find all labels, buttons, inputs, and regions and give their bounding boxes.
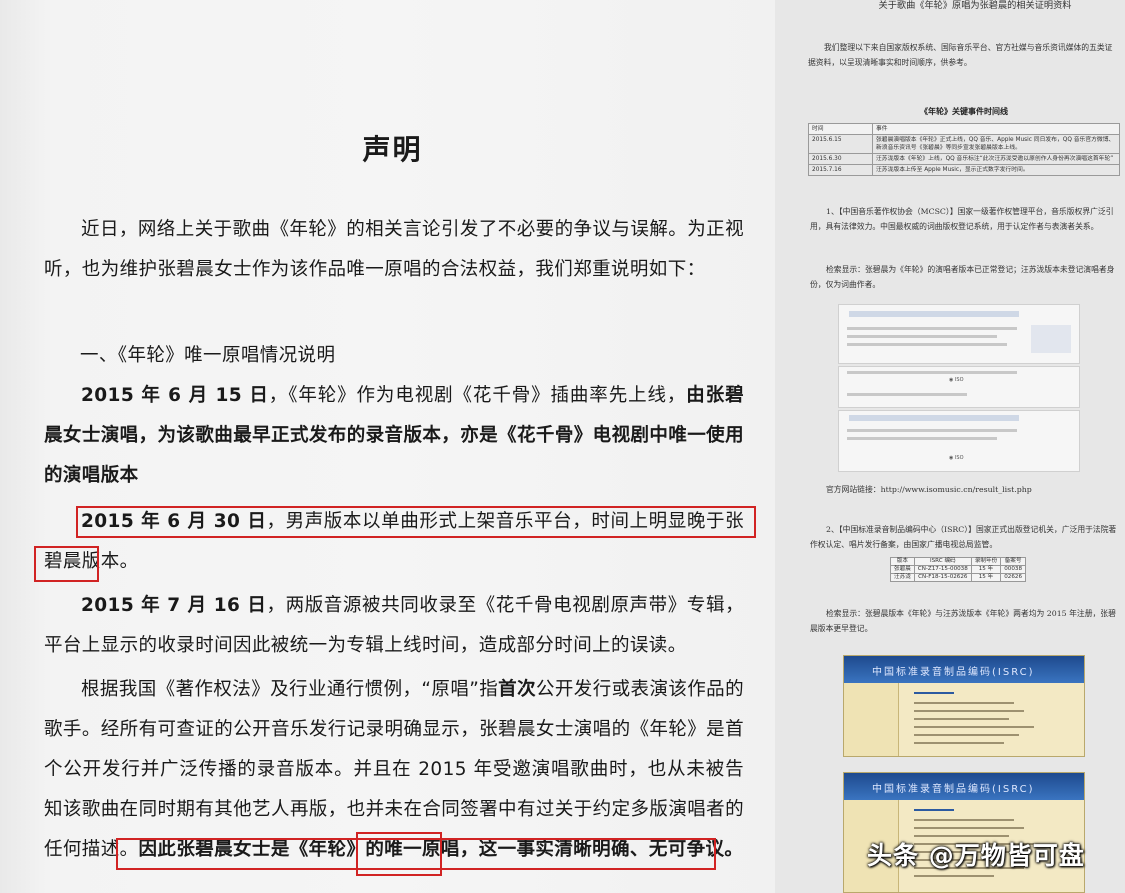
- paragraph-jun15: 2015 年 6 月 15 日，《年轮》作为电视剧《花千骨》插曲率先上线，由张碧…: [44, 385, 744, 486]
- isrc-search-result: 检索显示：张碧晨版本《年轮》与汪苏泷版本《年轮》两者均为 2015 年注册，张碧…: [810, 609, 1116, 633]
- table-row: 汪苏泷 CN-F18-15-02626 15 年 02626: [890, 573, 1026, 582]
- official-website-link: 官方网站链接：http://www.isomusic.cn/result_lis…: [826, 485, 1032, 494]
- isrc-website-screenshot-2: 中国标准录音制品编码(ISRC): [843, 772, 1085, 893]
- evidence-title: 关于歌曲《年轮》原唱为张碧晨的相关证明资料: [878, 0, 1072, 11]
- intro-paragraph: 近日，网络上关于歌曲《年轮》的相关言论引发了不必要的争议与误解。为正视听，也为维…: [44, 219, 744, 280]
- timeline-title: 《年轮》关键事件时间线: [920, 106, 1008, 116]
- highlight-box-sole-original: [356, 832, 442, 876]
- paragraph-jul16: 2015 年 7 月 16 日，两版音源被共同收录至《花千骨电视剧原声带》专辑，…: [44, 595, 744, 656]
- section-heading: 一、《年轮》唯一原唱情况说明: [80, 345, 336, 366]
- page-title: 声明: [362, 133, 423, 166]
- evidence-intro: 我们整理以下来自国家版权系统、国际音乐平台、官方社媒与音乐资讯媒体的五类证据资料…: [808, 43, 1113, 67]
- statement-page: 声明 近日，网络上关于歌曲《年轮》的相关言论引发了不必要的争议与误解。为正视听，…: [0, 0, 775, 893]
- table-row: 张碧晨 CN-Z17-15-00038 15 年 00038: [890, 565, 1026, 574]
- isrc-paragraph: 2、【中国标准录音制品编码中心（ISRC）】国家正式出版登记机关，广泛用于法院著…: [810, 525, 1117, 549]
- highlight-box-jun30-line1: [76, 506, 756, 538]
- isrc-table: 版本 ISRC 编码 录制年份 备案号 张碧晨 CN-Z17-15-00038 …: [890, 557, 1026, 582]
- table-row: 2015.7.16 汪苏泷版本上传至 Apple Music，显示正式数字发行时…: [808, 164, 1120, 176]
- timeline-header-event: 事件: [872, 123, 1120, 135]
- mcsc-screenshot-1: [838, 304, 1080, 364]
- watermark-label: 头条 @万物皆可盘: [867, 841, 1085, 870]
- mcsc-paragraph: 1、【中国音乐著作权协会（MCSC）】国家一级著作权管理平台，音乐版权界广泛引用…: [810, 207, 1114, 231]
- mcsc-screenshot-2: ◉ ISO: [838, 366, 1080, 408]
- mcsc-search-result: 检索显示：张碧晨为《年轮》的演唱者版本已正常登记；汪苏泷版本未登记演唱者身份，仅…: [810, 265, 1115, 289]
- timeline-table: 时间 事件 2015.6.15 张碧晨演唱版本《年轮》正式上线，QQ 音乐、Ap…: [808, 123, 1120, 176]
- mcsc-screenshot-3: ◉ ISO: [838, 410, 1080, 472]
- table-row: 2015.6.30 汪苏泷版本《年轮》上线，QQ 音乐标注“此次汪苏泷受邀以原创…: [808, 153, 1120, 165]
- isrc-website-screenshot-1: 中国标准录音制品编码(ISRC): [843, 655, 1085, 757]
- timeline-header-time: 时间: [808, 123, 873, 135]
- table-row: 2015.6.15 张碧晨演唱版本《年轮》正式上线，QQ 音乐、Apple Mu…: [808, 134, 1120, 154]
- highlight-box-jun30-line2: [34, 546, 99, 582]
